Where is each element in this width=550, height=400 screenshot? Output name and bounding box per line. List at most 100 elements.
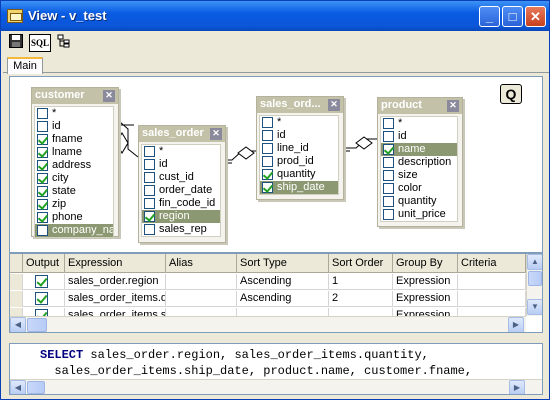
table-header[interactable]: sales_order ✕ [139, 126, 225, 142]
field-checkbox[interactable] [383, 118, 394, 129]
field-checkbox[interactable] [144, 159, 155, 170]
remove-table-icon[interactable]: ✕ [447, 100, 459, 112]
field-checkbox[interactable] [37, 134, 48, 145]
field-row[interactable]: zip [35, 198, 113, 211]
field-row[interactable]: * [142, 145, 220, 158]
field-row[interactable]: line_id [260, 142, 338, 155]
column-header-alias[interactable]: Alias [166, 254, 237, 273]
field-row[interactable]: * [260, 116, 338, 129]
field-row[interactable]: quantity [381, 195, 457, 208]
table-product[interactable]: product ✕ * id name description size color qua… [377, 97, 463, 227]
tree-icon[interactable] [55, 34, 73, 52]
sql-editor[interactable]: SELECT sales_order.region, sales_order_i… [9, 343, 543, 395]
field-checkbox[interactable] [383, 170, 394, 181]
field-checkbox[interactable] [262, 182, 273, 193]
cell-alias[interactable] [166, 274, 237, 290]
field-checkbox[interactable] [262, 143, 273, 154]
scroll-thumb[interactable] [528, 271, 542, 286]
scroll-thumb[interactable] [27, 318, 47, 332]
minimize-button[interactable]: _ [479, 6, 500, 27]
field-row[interactable]: state [35, 185, 113, 198]
field-row[interactable]: lname [35, 146, 113, 159]
field-row[interactable]: * [381, 117, 457, 130]
field-row[interactable]: * [35, 107, 113, 120]
table-sales-order[interactable]: sales_order ✕ * id cust_id order_date fin_co… [138, 125, 226, 243]
title-bar[interactable]: View - v_test _ □ ✕ [1, 1, 549, 31]
table-row[interactable]: sales_order_items.quantity Ascending2Expr… [10, 291, 526, 307]
remove-table-icon[interactable]: ✕ [210, 128, 222, 140]
cell-alias[interactable] [166, 291, 237, 307]
table-customer[interactable]: customer ✕ * id fname lname address city state… [31, 87, 119, 238]
field-checkbox[interactable] [37, 225, 48, 236]
row-indicator[interactable] [10, 274, 23, 290]
field-row[interactable]: phone [35, 211, 113, 224]
field-checkbox[interactable] [383, 144, 394, 155]
field-checkbox[interactable] [383, 209, 394, 220]
field-checkbox[interactable] [144, 224, 155, 235]
field-row[interactable]: size [381, 169, 457, 182]
field-row[interactable]: ship_date [260, 181, 338, 194]
field-row[interactable]: sales_rep [142, 223, 220, 236]
save-icon[interactable] [7, 34, 25, 52]
field-checkbox[interactable] [37, 199, 48, 210]
field-checkbox[interactable] [383, 183, 394, 194]
tab-main[interactable]: Main [7, 57, 43, 74]
field-row[interactable]: unit_price [381, 208, 457, 221]
remove-table-icon[interactable]: ✕ [103, 90, 115, 102]
grid-vertical-scrollbar[interactable]: ▲ ▼ [526, 254, 542, 316]
column-header-sort-order[interactable]: Sort Order [329, 254, 393, 273]
field-checkbox[interactable] [383, 157, 394, 168]
field-row[interactable]: quantity [260, 168, 338, 181]
maximize-button[interactable]: □ [502, 6, 523, 27]
field-row[interactable]: id [381, 130, 457, 143]
field-row[interactable]: order_date [142, 184, 220, 197]
table-header[interactable]: customer ✕ [32, 88, 118, 104]
column-header-expression[interactable]: Expression [65, 254, 166, 273]
output-checkbox[interactable] [35, 275, 48, 288]
column-header-sort-type[interactable]: Sort Type [237, 254, 329, 273]
cell-output[interactable] [23, 291, 65, 307]
field-row[interactable]: address [35, 159, 113, 172]
scroll-down-icon[interactable]: ▼ [527, 299, 542, 315]
field-row[interactable]: cust_id [142, 171, 220, 184]
field-checkbox[interactable] [144, 146, 155, 157]
field-checkbox[interactable] [37, 186, 48, 197]
field-checkbox[interactable] [262, 156, 273, 167]
field-checkbox[interactable] [144, 198, 155, 209]
field-row[interactable]: id [260, 129, 338, 142]
row-indicator[interactable] [10, 291, 23, 307]
cell-sort-type[interactable]: Ascending [237, 291, 329, 307]
field-checkbox[interactable] [37, 160, 48, 171]
cell-group-by[interactable]: Expression [393, 274, 458, 290]
scroll-thumb[interactable] [27, 381, 45, 394]
field-row[interactable]: fin_code_id [142, 197, 220, 210]
field-checkbox[interactable] [37, 108, 48, 119]
table-row[interactable]: sales_order.region Ascending 1 Expression [10, 274, 526, 290]
field-checkbox[interactable] [144, 211, 155, 222]
column-header-criteria[interactable]: Criteria [458, 254, 526, 273]
table-sales-order-items[interactable]: sales_ord... ✕ * id line_id prod_id quantity… [256, 96, 344, 200]
query-designer-canvas[interactable]: Q customer ✕ * id fname lname address city sta… [9, 76, 543, 253]
field-row[interactable]: description [381, 156, 457, 169]
field-row[interactable]: fname [35, 133, 113, 146]
sql-horizontal-scrollbar[interactable]: ◀ ▶ [10, 379, 542, 394]
field-checkbox[interactable] [262, 169, 273, 180]
cell-criteria[interactable] [458, 274, 526, 290]
column-header-output[interactable]: Output [23, 254, 65, 273]
field-row[interactable]: region [142, 210, 220, 223]
sql-button[interactable]: SQL [29, 34, 51, 52]
cell-expression[interactable]: sales_order_items.quantity [65, 291, 166, 307]
field-checkbox[interactable] [37, 121, 48, 132]
field-row[interactable]: id [35, 120, 113, 133]
cell-sort-order[interactable]: 1 [329, 274, 393, 290]
field-row[interactable]: prod_id [260, 155, 338, 168]
cell-output[interactable] [23, 274, 65, 290]
field-checkbox[interactable] [262, 117, 273, 128]
grid-horizontal-scrollbar[interactable]: ◀ ▶ [10, 316, 526, 332]
close-button[interactable]: ✕ [525, 6, 546, 27]
field-row[interactable]: company_name [35, 224, 113, 237]
output-checkbox[interactable] [35, 292, 48, 305]
cell-sort-type[interactable]: Ascending [237, 274, 329, 290]
cell-group-by[interactable]: Expression [393, 291, 458, 307]
scroll-up-icon[interactable]: ▲ [527, 254, 542, 270]
